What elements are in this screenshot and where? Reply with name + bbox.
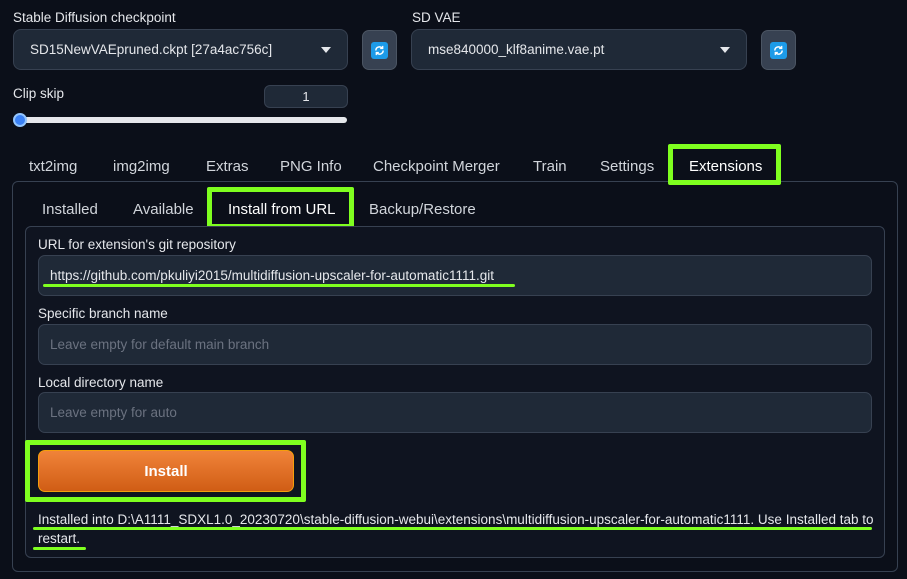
refresh-checkpoint-button[interactable] [362, 30, 397, 70]
subtab-install-from-url[interactable]: Install from URL [228, 201, 336, 218]
tab-train[interactable]: Train [533, 158, 567, 175]
checkpoint-label: Stable Diffusion checkpoint [13, 10, 176, 25]
refresh-icon [770, 41, 787, 59]
tab-settings[interactable]: Settings [600, 158, 654, 175]
install-button[interactable]: Install [38, 450, 294, 492]
result-underline-highlight [33, 527, 872, 530]
tab-txt2img[interactable]: txt2img [29, 158, 77, 175]
dir-input[interactable]: Leave empty for auto [38, 392, 872, 433]
branch-label: Specific branch name [38, 306, 168, 321]
tab-checkpoint-merger[interactable]: Checkpoint Merger [373, 158, 500, 175]
vae-value: mse840000_klf8anime.vae.pt [428, 42, 605, 57]
refresh-icon [371, 41, 388, 59]
clip-skip-label: Clip skip [13, 86, 65, 101]
tab-extensions[interactable]: Extensions [689, 158, 762, 175]
url-underline-highlight [43, 284, 515, 287]
vae-label: SD VAE [412, 10, 461, 25]
tab-extras[interactable]: Extras [206, 158, 249, 175]
checkpoint-dropdown[interactable]: SD15NewVAEpruned.ckpt [27a4ac756c] [13, 29, 348, 70]
result-underline-highlight-2 [33, 547, 86, 550]
url-label: URL for extension's git repository [38, 237, 236, 252]
tab-img2img[interactable]: img2img [113, 158, 170, 175]
subtab-backup-restore[interactable]: Backup/Restore [369, 201, 476, 218]
url-input[interactable]: https://github.com/pkuliyi2015/multidiff… [38, 255, 872, 296]
subtab-installed[interactable]: Installed [42, 201, 98, 218]
tab-png-info[interactable]: PNG Info [280, 158, 342, 175]
clip-skip-slider[interactable] [14, 117, 347, 123]
branch-input[interactable]: Leave empty for default main branch [38, 324, 872, 365]
chevron-down-icon [321, 46, 331, 53]
chevron-down-icon [720, 46, 730, 53]
dir-label: Local directory name [38, 375, 164, 390]
clip-skip-input[interactable]: 1 [264, 85, 348, 108]
checkpoint-value: SD15NewVAEpruned.ckpt [27a4ac756c] [30, 42, 273, 57]
clip-skip-slider-thumb[interactable] [13, 113, 27, 127]
vae-dropdown[interactable]: mse840000_klf8anime.vae.pt [411, 29, 747, 70]
subtab-available[interactable]: Available [133, 201, 194, 218]
refresh-vae-button[interactable] [761, 30, 796, 70]
